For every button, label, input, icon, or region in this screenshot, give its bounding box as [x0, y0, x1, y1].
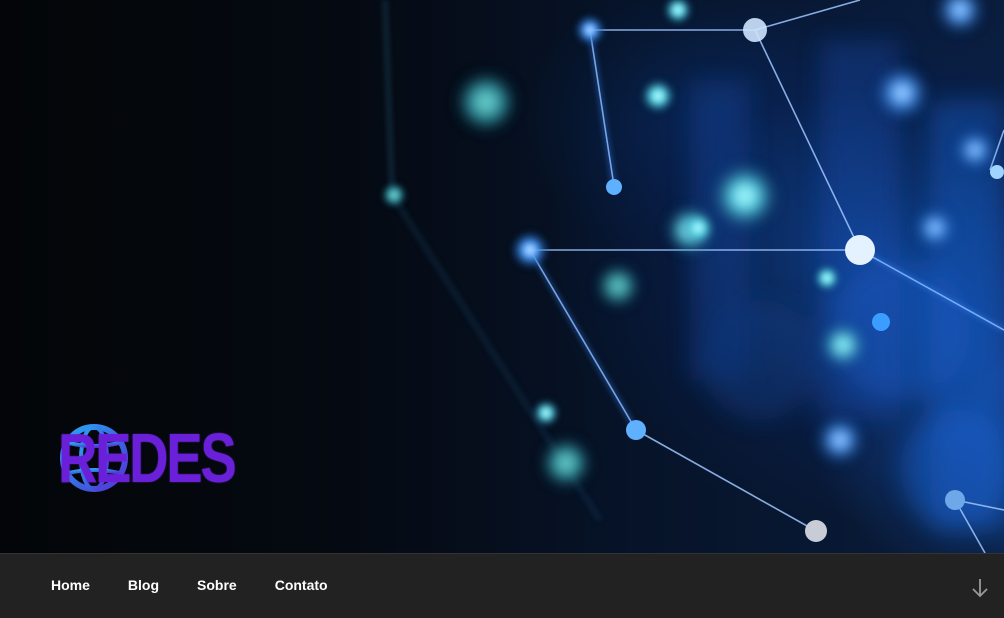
page: REDES Home Blog Sobre Contato — [0, 0, 1004, 618]
site-header: REDES — [0, 0, 1004, 553]
logo-text: REDES — [58, 419, 237, 497]
nav-item-contato[interactable]: Contato — [256, 577, 347, 593]
main-navigation: Home Blog Sobre Contato — [0, 553, 1004, 618]
nav-item-blog[interactable]: Blog — [109, 577, 178, 593]
site-logo[interactable]: REDES — [58, 422, 284, 494]
nav-menu: Home Blog Sobre Contato — [32, 554, 347, 618]
nav-item-sobre[interactable]: Sobre — [178, 577, 256, 593]
nav-item-home[interactable]: Home — [32, 577, 109, 593]
arrow-down-icon[interactable] — [970, 576, 990, 600]
